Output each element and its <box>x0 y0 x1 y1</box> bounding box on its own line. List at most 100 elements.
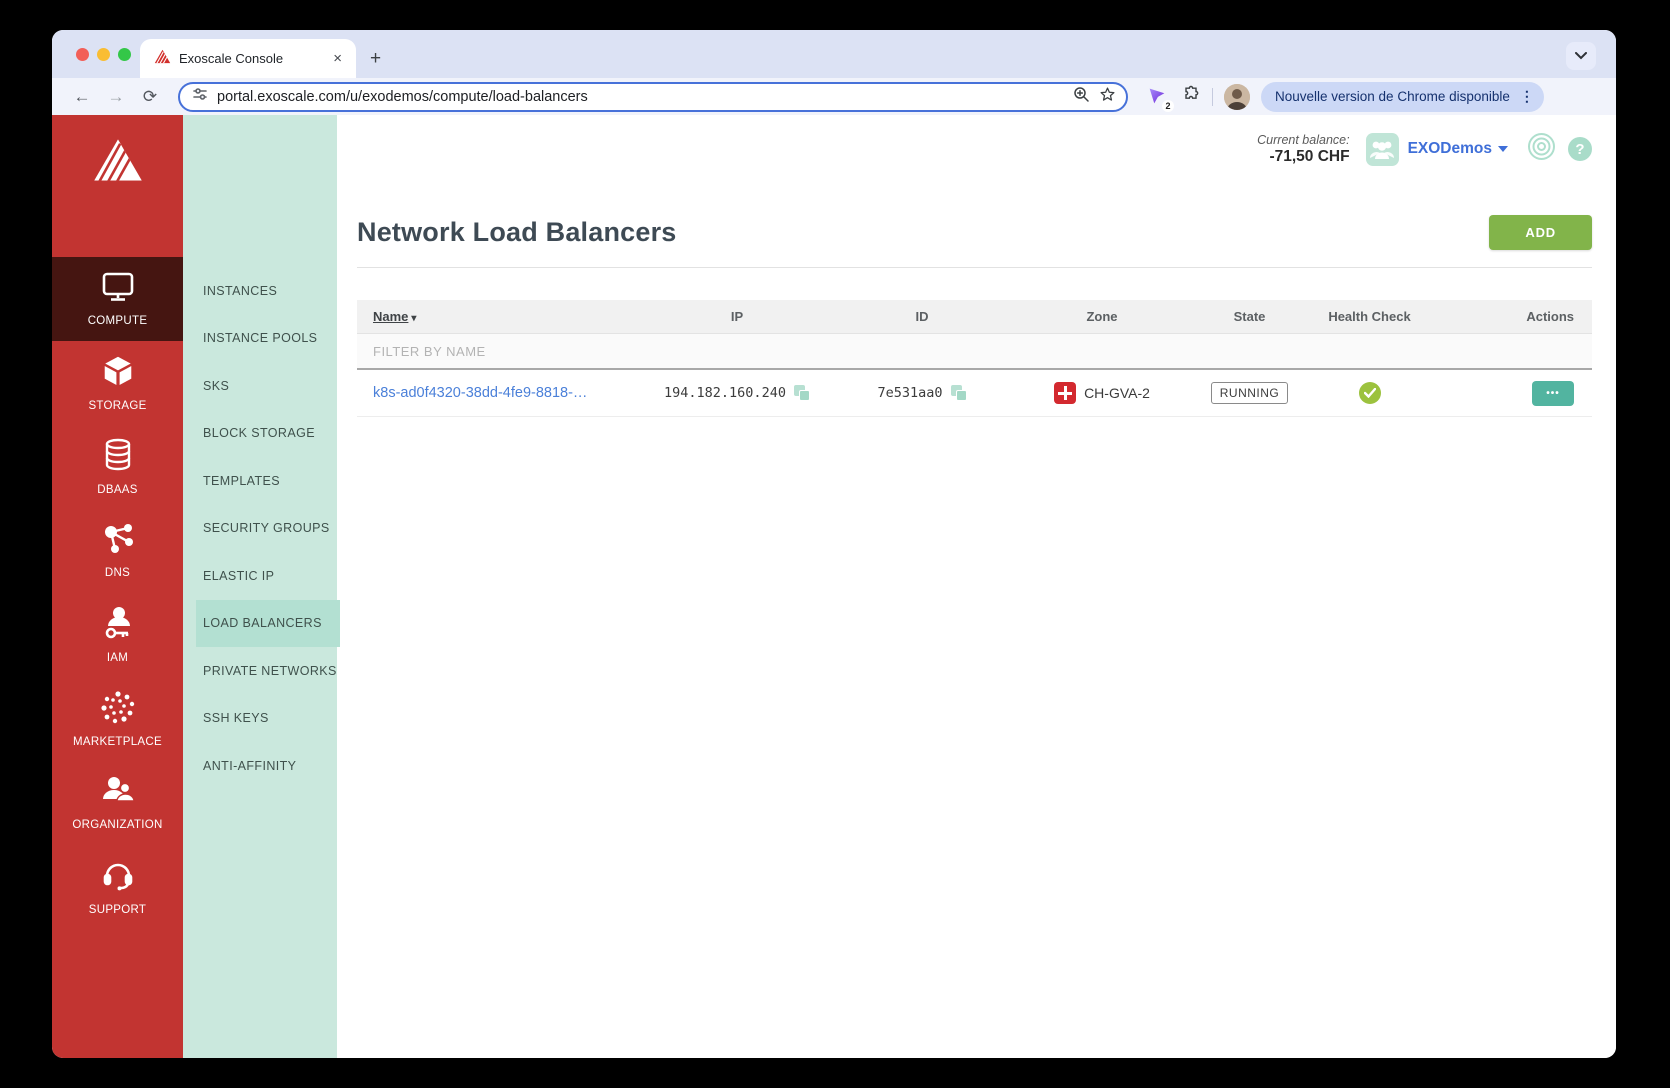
dots-burst-icon <box>100 690 135 729</box>
help-icon[interactable]: ? <box>1568 137 1592 161</box>
submenu-item-sks[interactable]: SKS <box>183 362 337 410</box>
sidebar-item-label: MARKETPLACE <box>73 736 162 748</box>
org-menu[interactable]: EXODemos <box>1408 140 1508 158</box>
submenu-item-load-balancers[interactable]: LOAD BALANCERS <box>196 599 340 647</box>
column-header-state: State <box>1233 309 1266 324</box>
load-balancers-table: Name ▾ IP ID Zone State Health Check Acti… <box>357 300 1592 417</box>
column-header-id: ID <box>915 309 929 324</box>
sidebar-item-iam[interactable]: IAM <box>52 593 183 677</box>
exoscale-logo-icon[interactable] <box>52 115 183 257</box>
sidebar-item-compute[interactable]: COMPUTE <box>52 257 183 341</box>
submenu-item-block-storage[interactable]: BLOCK STORAGE <box>183 410 337 458</box>
url-bar[interactable]: portal.exoscale.com/u/exodemos/compute/l… <box>178 81 1128 112</box>
app-content: COMPUTE STORAGE DBAAS DNS IAM MARKETPLAC… <box>52 115 1616 1058</box>
copy-ip-icon[interactable] <box>793 385 810 401</box>
org-name: EXODemos <box>1407 140 1492 157</box>
update-pill-label: Nouvelle version de Chrome disponible <box>1275 89 1510 104</box>
submenu-item-templates[interactable]: TEMPLATES <box>183 457 337 505</box>
zoom-icon[interactable] <box>1073 86 1090 108</box>
submenu-item-elastic-ip[interactable]: ELASTIC IP <box>183 552 337 600</box>
column-header-zone: Zone <box>1086 309 1118 324</box>
tab-strip: Exoscale Console × + <box>52 30 1616 78</box>
maximize-window-button[interactable] <box>118 48 131 61</box>
main-panel: Current balance: -71,50 CHF EXODemos ? N… <box>337 115 1616 1058</box>
toolbar-separator <box>1212 87 1213 106</box>
extension-badge: 2 <box>1162 99 1174 112</box>
column-header-name[interactable]: Name ▾ <box>357 309 647 324</box>
page-header: Network Load Balancers ADD <box>357 215 1592 250</box>
submenu-item-security-groups[interactable]: SECURITY GROUPS <box>183 505 337 553</box>
load-balancer-name-link[interactable]: k8s-ad0f4320-38dd-4fe9-8818-… <box>373 385 587 401</box>
profile-avatar[interactable] <box>1224 83 1250 110</box>
site-settings-icon[interactable] <box>192 86 208 107</box>
balance-value: -71,50 CHF <box>1269 147 1350 165</box>
sidebar-item-label: DBAAS <box>97 484 138 496</box>
cube-icon <box>101 354 135 393</box>
sidebar-item-support[interactable]: SUPPORT <box>52 845 183 929</box>
submenu-item-instance-pools[interactable]: INSTANCE POOLS <box>183 315 337 363</box>
balance-block: Current balance: -71,50 CHF <box>1257 133 1349 166</box>
tab-title: Exoscale Console <box>179 51 284 66</box>
ip-value: 194.182.160.240 <box>664 385 786 401</box>
organization-avatar[interactable] <box>1365 132 1399 166</box>
sidebar-item-label: SUPPORT <box>88 904 147 916</box>
chrome-menu-icon[interactable]: ⋮ <box>1520 89 1534 103</box>
url-text[interactable]: portal.exoscale.com/u/exodemos/compute/l… <box>217 89 1064 105</box>
forward-button[interactable]: → <box>104 87 128 107</box>
user-key-icon <box>102 606 134 645</box>
sidebar-item-dbaas[interactable]: DBAAS <box>52 425 183 509</box>
sidebar-item-dns[interactable]: DNS <box>52 509 183 593</box>
table-header-row: Name ▾ IP ID Zone State Health Check Acti… <box>357 300 1592 334</box>
sidebar-item-label: IAM <box>106 652 129 664</box>
column-header-health-check: Health Check <box>1328 309 1411 324</box>
submenu-item-anti-affinity[interactable]: ANTI-AFFINITY <box>183 742 337 790</box>
add-button[interactable]: ADD <box>1489 215 1592 250</box>
column-header-ip: IP <box>730 309 744 324</box>
screen: Exoscale Console × + ← → ⟳ portal.exosca… <box>0 0 1670 1088</box>
id-value: 7e531aa0 <box>877 385 943 401</box>
row-actions-button[interactable]: ••• <box>1532 380 1574 406</box>
balance-label: Current balance: <box>1257 132 1350 147</box>
tab-close-icon[interactable]: × <box>329 50 346 67</box>
submenu-item-private-networks[interactable]: PRIVATE NETWORKS <box>183 647 337 695</box>
copy-id-icon[interactable] <box>950 385 967 401</box>
compute-submenu: INSTANCES INSTANCE POOLS SKS BLOCK STORA… <box>183 115 340 1058</box>
browser-tab[interactable]: Exoscale Console × <box>140 39 356 78</box>
traffic-lights <box>76 48 131 61</box>
table-row[interactable]: k8s-ad0f4320-38dd-4fe9-8818-… 194.182.16… <box>357 370 1592 417</box>
close-window-button[interactable] <box>76 48 89 61</box>
submenu-item-ssh-keys[interactable]: SSH KEYS <box>183 695 337 743</box>
minimize-window-button[interactable] <box>97 48 110 61</box>
pinned-extension-icon[interactable]: 2 <box>1146 85 1174 112</box>
browser-toolbar: ← → ⟳ portal.exoscale.com/u/exodemos/com… <box>52 78 1616 115</box>
monitor-icon <box>99 271 137 308</box>
browser-window: Exoscale Console × + ← → ⟳ portal.exosca… <box>52 30 1616 1058</box>
toolbar-right: 2 Nouvelle version de Chrome disponible … <box>1146 81 1544 112</box>
swiss-flag-icon <box>1054 382 1077 404</box>
sidebar-item-label: ORGANIZATION <box>72 819 163 831</box>
tab-search-chevron-icon[interactable] <box>1566 42 1596 70</box>
health-check-ok-icon <box>1358 382 1381 404</box>
chevron-down-icon <box>1498 146 1508 152</box>
zone-value: CH-GVA-2 <box>1084 385 1150 401</box>
filter-by-name-input[interactable] <box>357 343 757 359</box>
state-badge: RUNNING <box>1210 382 1289 404</box>
sidebar-item-storage[interactable]: STORAGE <box>52 341 183 425</box>
reload-button[interactable]: ⟳ <box>138 87 162 107</box>
back-button[interactable]: ← <box>70 87 94 107</box>
extensions-puzzle-icon[interactable] <box>1181 84 1201 109</box>
chrome-update-pill[interactable]: Nouvelle version de Chrome disponible ⋮ <box>1261 81 1544 112</box>
filter-row <box>357 334 1592 370</box>
account-bar: Current balance: -71,50 CHF EXODemos ? <box>357 127 1592 171</box>
bookmark-star-icon[interactable] <box>1099 86 1116 108</box>
notifications-radar-icon[interactable] <box>1527 132 1556 166</box>
new-tab-button[interactable]: + <box>370 48 381 70</box>
sidebar-item-marketplace[interactable]: MARKETPLACE <box>52 677 183 761</box>
sidebar-item-organization[interactable]: ORGANIZATION <box>52 761 183 845</box>
sidebar-item-label: DNS <box>104 567 131 579</box>
submenu-item-instances[interactable]: INSTANCES <box>183 267 337 315</box>
sort-arrow-icon: ▾ <box>411 313 417 324</box>
network-nodes-icon <box>101 523 135 560</box>
sidebar-item-label: COMPUTE <box>87 315 148 327</box>
headset-icon <box>101 858 135 897</box>
